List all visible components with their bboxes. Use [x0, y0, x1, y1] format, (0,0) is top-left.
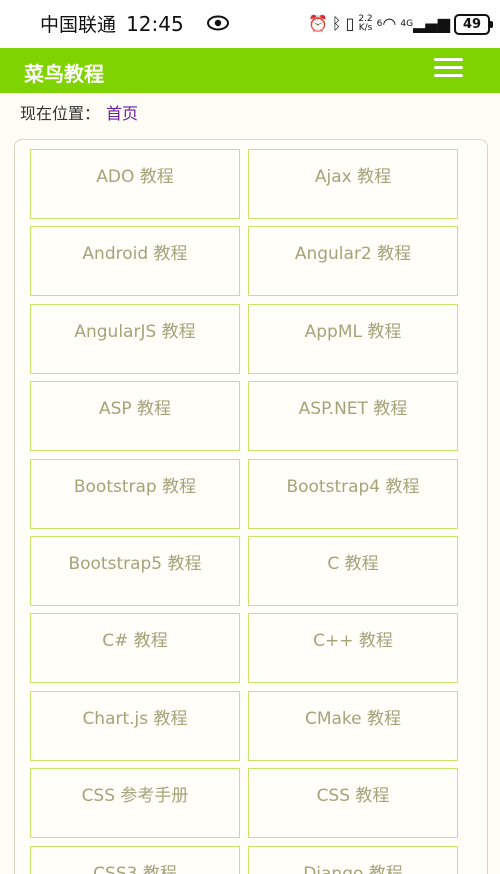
status-icons: ⏰ ᛒ ▯ 2.2 K/s 6◠ 4G▂▄▆ 49 — [308, 12, 493, 36]
course-card[interactable]: CSS 参考手册 — [30, 768, 240, 839]
course-card[interactable]: ADO 教程 — [30, 149, 240, 219]
hamburger-menu-icon[interactable] — [434, 54, 464, 80]
course-card[interactable]: CSS 教程 — [248, 768, 458, 839]
course-card[interactable]: Bootstrap5 教程 — [30, 536, 240, 606]
top-header: 菜鸟教程 — [0, 48, 500, 93]
signal-icon: 4G▂▄▆ — [400, 14, 450, 33]
breadcrumb-home-link[interactable]: 首页 — [106, 104, 138, 123]
course-card[interactable]: C 教程 — [248, 536, 458, 606]
wifi-icon: 6◠ — [376, 14, 397, 33]
course-card[interactable]: C# 教程 — [30, 613, 240, 684]
carrier-label: 中国联通 — [40, 14, 117, 36]
eye-icon — [207, 15, 229, 31]
network-speed-unit: K/s — [358, 23, 373, 33]
breadcrumb-label: 现在位置： — [20, 104, 101, 123]
breadcrumb: 现在位置： 首页 — [20, 100, 138, 124]
menu-bar — [434, 58, 463, 61]
menu-bar — [434, 66, 463, 69]
alarm-icon: ⏰ — [308, 14, 328, 33]
menu-bar — [434, 74, 463, 77]
app-page: 中国联通 12:45 ⏰ ᛒ ▯ 2.2 K/s 6◠ 4G▂▄▆ 49 菜鸟教… — [0, 0, 500, 874]
course-card[interactable]: Ajax 教程 — [248, 149, 458, 219]
bluetooth-icon: ᛒ — [331, 14, 342, 33]
site-brand[interactable]: 菜鸟教程 — [24, 58, 104, 87]
course-card[interactable]: AppML 教程 — [248, 303, 458, 374]
clock: 12:45 — [126, 12, 184, 36]
course-card[interactable]: ASP.NET 教程 — [248, 381, 458, 452]
course-card[interactable]: Django 教程 — [248, 845, 458, 874]
status-left: 中国联通 12:45 — [40, 10, 184, 37]
course-card[interactable]: CMake 教程 — [248, 690, 458, 761]
course-card[interactable]: Bootstrap 教程 — [30, 458, 240, 529]
course-card[interactable]: Bootstrap4 教程 — [248, 458, 458, 529]
course-card[interactable]: Angular2 教程 — [248, 226, 458, 297]
course-card[interactable]: ASP 教程 — [30, 381, 240, 452]
network-speed: 2.2 K/s — [358, 15, 372, 33]
course-card[interactable]: CSS3 教程 — [30, 845, 240, 874]
course-card[interactable]: AngularJS 教程 — [30, 303, 240, 374]
course-card[interactable]: C++ 教程 — [248, 613, 458, 684]
vibrate-icon: ▯ — [345, 14, 355, 33]
wifi-label: 6 — [376, 19, 383, 29]
course-card[interactable]: Chart.js 教程 — [30, 690, 240, 761]
status-bar: 中国联通 12:45 ⏰ ᛒ ▯ 2.2 K/s 6◠ 4G▂▄▆ 49 — [0, 0, 500, 48]
signal-label: 4G — [400, 19, 414, 29]
course-card[interactable]: Android 教程 — [30, 226, 240, 297]
battery-indicator: 49 — [454, 13, 493, 35]
